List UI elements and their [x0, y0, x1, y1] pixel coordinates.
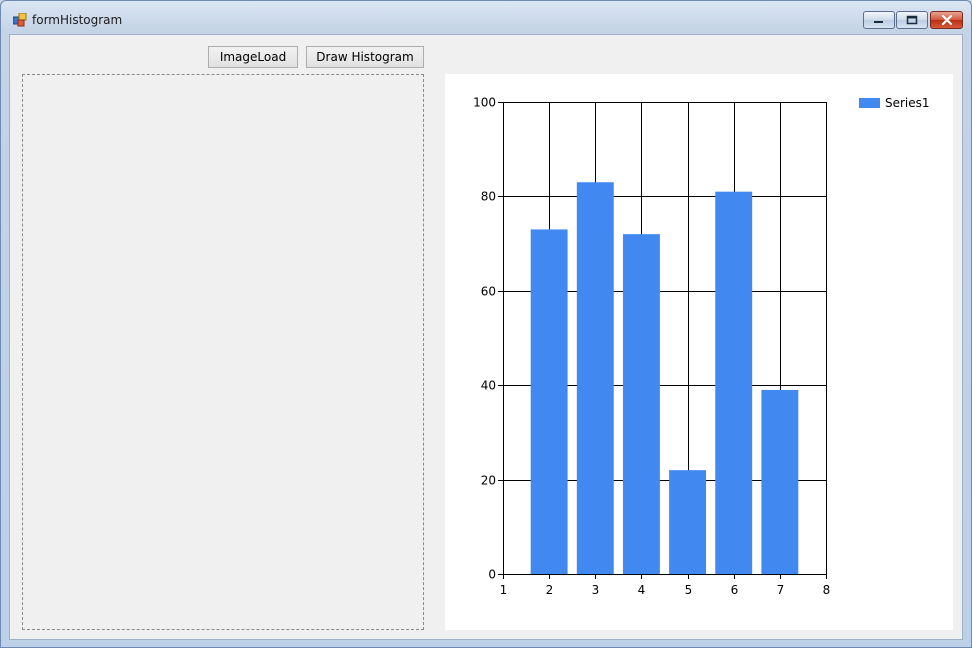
bar-5 — [669, 470, 707, 574]
y-tick-label: 20 — [481, 474, 496, 488]
app-icon — [13, 13, 27, 27]
x-tick-label: 2 — [546, 583, 554, 597]
x-tick-label: 3 — [592, 583, 600, 597]
x-tick-label: 8 — [823, 583, 831, 597]
bar-6 — [715, 191, 753, 574]
image-load-button[interactable]: ImageLoad — [208, 46, 298, 68]
y-tick-label: 0 — [488, 568, 496, 582]
x-tick-label: 7 — [777, 583, 785, 597]
legend-label: Series1 — [885, 96, 930, 110]
title-bar[interactable]: formHistogram — [1, 1, 971, 35]
chart-legend: Series1 — [859, 96, 930, 110]
bar-4 — [622, 234, 660, 574]
minimize-icon — [874, 21, 883, 23]
image-picture-box — [22, 74, 424, 630]
y-tick-label: 80 — [481, 190, 496, 204]
minimize-button[interactable] — [863, 11, 895, 29]
x-tick-label: 1 — [500, 583, 508, 597]
chart-svg: 1 2 3 4 5 6 7 8020406080100 Series1 — [473, 96, 930, 598]
window-title: formHistogram — [32, 13, 123, 27]
bar-7 — [761, 389, 799, 574]
chart-bars — [530, 182, 799, 574]
histogram-chart: 1 2 3 4 5 6 7 8 0 20 40 60 80 100 Series1 — [445, 74, 953, 630]
y-tick-label: 100 — [473, 96, 496, 110]
bar-3 — [576, 182, 614, 574]
bar-2 — [530, 229, 568, 574]
form-window: formHistogram ImageLoad Draw Histogram 1… — [0, 0, 972, 648]
close-button[interactable] — [930, 11, 963, 29]
x-tick-label: 6 — [731, 583, 739, 597]
close-icon — [941, 15, 952, 25]
form-client-area: ImageLoad Draw Histogram 1 2 3 4 5 6 7 8 0 20 40 60… — [9, 34, 963, 640]
y-tick-label: 60 — [481, 285, 496, 299]
draw-histogram-button[interactable]: Draw Histogram — [306, 46, 424, 68]
x-tick-label: 4 — [638, 583, 646, 597]
x-tick-label: 5 — [685, 583, 693, 597]
maximize-icon — [906, 15, 918, 25]
y-tick-label: 40 — [481, 379, 496, 393]
maximize-button[interactable] — [896, 11, 928, 29]
legend-swatch — [859, 98, 880, 108]
